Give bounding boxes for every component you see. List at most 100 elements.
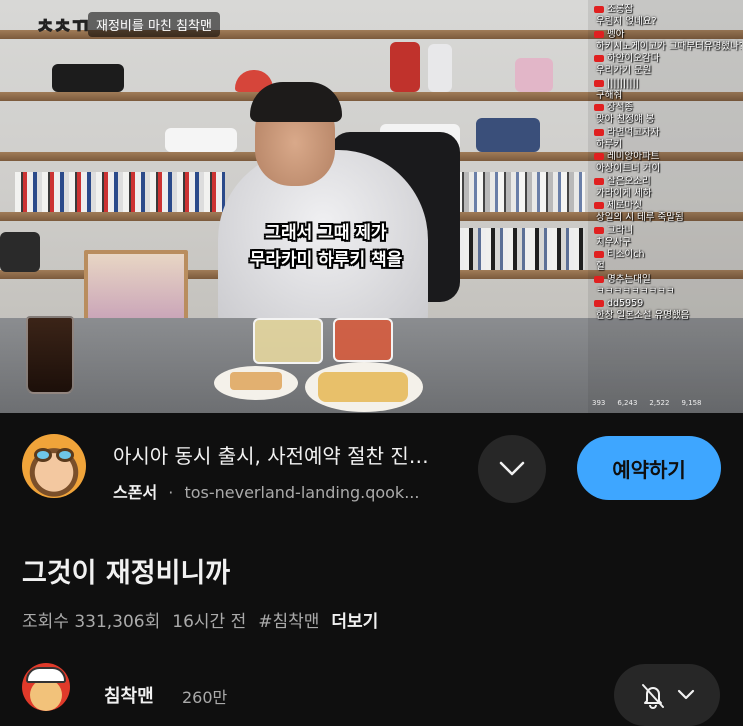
ad-banner[interactable]: 아시아 동시 출시, 사전예약 절찬 진… 스폰서 · tos-neverlan… <box>0 413 743 527</box>
chat-text: ㅋㅋㅋㅋㅋㅋㅋㅋㅋ <box>596 285 675 297</box>
chat-overlay: 조롱잡 우림지 얹네요? 펭아 하키시노게이고가 그때부터유명했나? 하얀이오감다 우리가… <box>588 0 743 413</box>
chat-message: |||||||||| 구해줘 <box>594 78 742 102</box>
chat-text: 헐 <box>596 261 605 272</box>
caption-line: 무라카미 하루키 책을 <box>249 250 403 270</box>
chat-nickname: 명추는대일 <box>594 274 742 286</box>
chat-nickname: 펭아 <box>594 29 742 41</box>
chat-nickname-text: 살은오소리 <box>607 175 651 187</box>
box <box>165 128 237 152</box>
youtube-badge-icon <box>594 251 604 258</box>
drink-cup <box>26 316 74 394</box>
chat-nickname: 하얀이오감다 <box>594 53 742 65</box>
video-meta[interactable]: 조회수 331,306회 16시간 전 #침착맨 더보기 <box>22 607 378 632</box>
stat-value: 2,522 <box>649 399 670 407</box>
goggle-left <box>34 448 52 462</box>
chat-nickname: 레미앙아파트 <box>594 151 742 163</box>
youtube-badge-icon <box>594 79 604 87</box>
stream-title: 재정비를 마친 침착맨 <box>88 12 220 37</box>
chat-message: 명추는대일 ㅋㅋㅋㅋㅋㅋㅋㅋㅋ <box>594 274 742 298</box>
ad-avatar[interactable] <box>22 434 86 498</box>
chat-nickname-text: 그라니 <box>607 224 634 236</box>
chat-nickname-text: 장석종 <box>607 102 634 113</box>
chat-nickname-text: dd5959 <box>607 298 644 309</box>
expand-button[interactable] <box>478 435 546 503</box>
video-caption: 그래서 그때 제가 무라카미 하루키 책을 <box>221 220 431 274</box>
chat-nickname-text: 조롱잡 <box>607 4 634 15</box>
food-container <box>333 318 393 362</box>
bell-off-icon <box>642 684 664 709</box>
view-count: 조회수 331,306회 <box>22 612 161 632</box>
stat-value: 9,158 <box>681 399 702 407</box>
chat-message: 조롱잡 우림지 얹네요? <box>594 4 742 28</box>
food <box>230 372 282 390</box>
more-button[interactable]: 더보기 <box>331 607 378 632</box>
chat-text: 하키시노게이고가 그때부터유명했나? <box>596 40 742 52</box>
reserve-button[interactable]: 예약하기 <box>577 436 721 500</box>
chat-nickname-text: |||||||||| <box>607 77 640 89</box>
chat-message: 펭아 하키시노게이고가 그때부터유명했나? <box>594 29 742 53</box>
chat-nickname-text: 티소이ch <box>607 249 645 260</box>
chat-text: 가라이게 세하 <box>596 187 652 199</box>
youtube-badge-icon <box>594 30 604 38</box>
chat-text: 치우사구 <box>596 236 631 248</box>
chat-nickname-text: 제로마싯 <box>607 200 642 211</box>
chat-text: 구해줘 <box>596 89 623 101</box>
channel-avatar[interactable] <box>22 663 70 711</box>
logo-sign <box>52 64 124 92</box>
youtube-badge-icon <box>594 6 604 13</box>
chat-message: 하얀이오감다 우리가기 문원 <box>594 53 742 77</box>
chat-message: 레미앙아파트 아상이트너 거이 <box>594 151 742 175</box>
youtube-badge-icon <box>594 55 604 62</box>
chat-message: 장석종 맞아 친정얘 봉 <box>594 102 742 126</box>
box <box>476 118 540 152</box>
chat-stats: 393 6,243 2,522 9,158 <box>592 399 742 407</box>
frame <box>0 232 40 272</box>
youtube-badge-icon <box>594 275 604 283</box>
stat-value: 393 <box>592 399 606 407</box>
goggle-right <box>56 448 74 462</box>
chat-nickname-text: 라면먹고자자 <box>607 126 660 138</box>
hashtag-link[interactable]: #침착맨 <box>258 607 319 632</box>
stat-value: 6,243 <box>617 399 638 407</box>
caption-line: 그래서 그때 제가 <box>265 223 387 243</box>
chat-nickname: |||||||||| <box>594 78 742 90</box>
time-ago: 16시간 전 <box>172 612 247 632</box>
subscriber-count: 260만 <box>182 688 228 707</box>
chat-nickname: 살은오소리 <box>594 176 742 188</box>
separator: · <box>168 483 174 502</box>
chat-message: 티소이ch 헐 <box>594 249 742 273</box>
chat-text: 맞아 친정얘 봉 <box>596 114 655 125</box>
chevron-down-icon <box>677 689 695 700</box>
chat-nickname: 제로마싯 <box>594 200 742 212</box>
youtube-badge-icon <box>594 153 604 160</box>
channel-watermark: ㅊㅊㄲ <box>35 14 89 39</box>
sponsor-label: 스폰서 <box>113 483 158 502</box>
figure <box>390 42 420 92</box>
chat-nickname-text: 펭아 <box>607 28 625 40</box>
chat-nickname: 티소이ch <box>594 249 742 261</box>
chat-text: 한창 일본소설 유명했음 <box>596 310 690 321</box>
notification-button[interactable] <box>614 664 720 726</box>
chat-nickname: 그라니 <box>594 225 742 237</box>
chat-nickname: 라면먹고자자 <box>594 127 742 139</box>
chat-nickname-text: 하얀이오감다 <box>607 53 660 64</box>
youtube-badge-icon <box>594 128 604 136</box>
youtube-badge-icon <box>594 300 604 307</box>
ad-title[interactable]: 아시아 동시 출시, 사전예약 절찬 진… <box>113 440 463 469</box>
chat-nickname: 조롱잡 <box>594 4 742 16</box>
food <box>318 372 408 402</box>
video-player[interactable]: ㅊㅊㄲ 재정비를 마친 침착맨 그래서 그때 제가 무라카미 하루키 책을 조롱… <box>0 0 743 413</box>
chat-text: 하루키 <box>596 138 623 150</box>
video-title[interactable]: 그것이 재정비니까 <box>22 551 230 590</box>
youtube-badge-icon <box>594 177 604 185</box>
youtube-badge-icon <box>594 202 604 209</box>
youtube-badge-icon <box>594 104 604 111</box>
ad-url[interactable]: tos-neverland-landing.qook... <box>184 483 419 502</box>
channel-name[interactable]: 침착맨 <box>104 682 154 708</box>
figure <box>428 44 452 92</box>
picture-frame <box>515 58 553 92</box>
person-hair <box>250 82 342 122</box>
chat-nickname: dd5959 <box>594 298 742 310</box>
food-container <box>253 318 323 364</box>
youtube-badge-icon <box>594 226 604 234</box>
